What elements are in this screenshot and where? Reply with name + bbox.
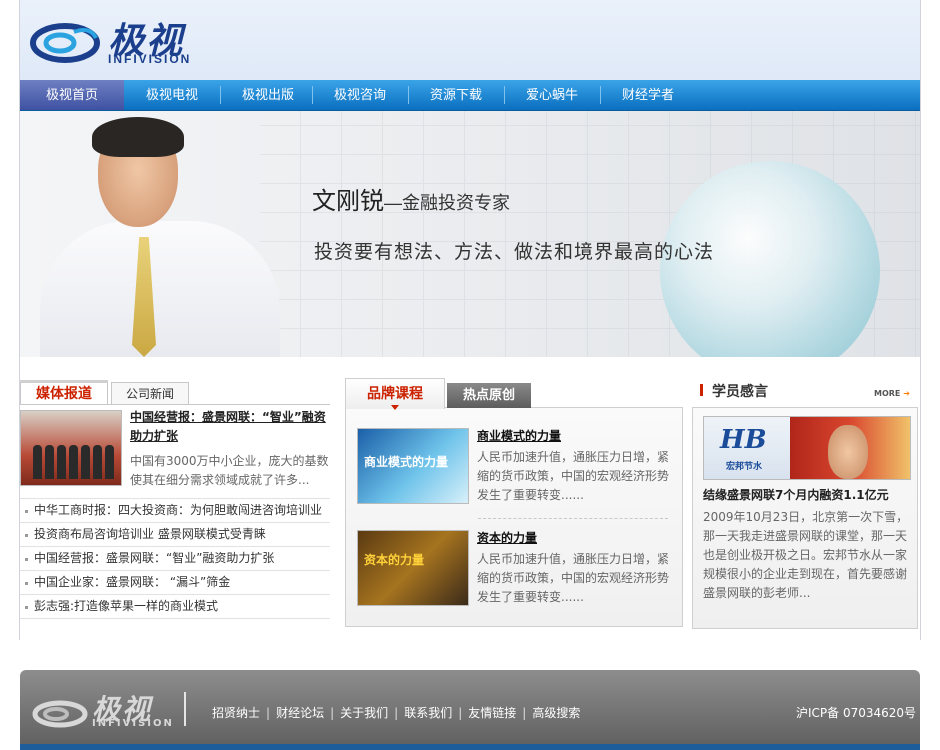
photo-figure	[45, 445, 54, 479]
footer-link-separator: |	[330, 706, 335, 720]
tab-media-reports[interactable]: 媒体报道	[20, 380, 108, 405]
hongbang-logo-caption: 宏邦节水	[726, 462, 763, 472]
footer-link-separator: |	[522, 706, 527, 720]
speaker-face	[828, 425, 868, 479]
testimonial-title[interactable]: 结缘盛景网联7个月内融资1.1亿元	[703, 486, 889, 503]
more-link-label: MORE	[874, 389, 901, 398]
nav-item-publishing[interactable]: 极视出版	[220, 80, 316, 110]
footer-link-about[interactable]: 关于我们	[340, 706, 388, 720]
footer-link-friends[interactable]: 友情链接	[468, 706, 516, 720]
featured-news-summary: 中国有3000万中小企业，庞大的基数使其在细分需求领域成就了许多...	[130, 454, 329, 487]
arrow-right-icon: ➔	[903, 389, 910, 398]
news-list: 中华工商时报：四大投资商：为何胆敢闯进咨询培训业 投资商布局咨询培训业 盛景网联…	[20, 498, 330, 619]
footer-divider	[184, 692, 186, 726]
testimonial-text: 2009年10月23日，北京第一次下雪，那一天我走进盛景网联的课堂，那一天也是创…	[703, 510, 909, 600]
nav-item-downloads[interactable]: 资源下载	[408, 80, 504, 110]
news-list-item[interactable]: 投资商布局咨询培训业 盛景网联模式受青睐	[20, 523, 330, 547]
tab-active-arrow-icon	[391, 405, 399, 410]
course-summary: 人民币加速升值，通胀压力日增，紧缩的货币政策，中国的宏观经济形势发生了重要转变.…	[477, 450, 670, 502]
tab-underline	[20, 404, 330, 405]
footer-link-forum[interactable]: 财经论坛	[276, 706, 324, 720]
tab-brand-courses[interactable]: 品牌课程	[345, 378, 445, 410]
nav-item-tv[interactable]: 极视电视	[124, 80, 220, 110]
footer-link-separator: |	[266, 706, 271, 720]
footer-link-careers[interactable]: 招贤纳士	[212, 706, 260, 720]
footer-links: 招贤纳士 | 财经论坛 | 关于我们 | 联系我们 | 友情链接 | 高级搜索	[212, 704, 580, 721]
main-nav: 极视首页 极视电视 极视出版 极视咨询 资源下载 爱心蜗牛 财经学者	[20, 80, 920, 111]
tab-company-news[interactable]: 公司新闻	[111, 382, 189, 405]
footer-link-separator: |	[458, 706, 463, 720]
news-list-item[interactable]: 中国经营报：盛景网联：“智业”融资助力扩张	[20, 547, 330, 571]
featured-news-title[interactable]: 中国经营报：盛景网联：“智业”融资助力扩张	[130, 408, 330, 446]
banner-name: 文刚锐—金融投资专家	[312, 181, 510, 216]
footer-link-search[interactable]: 高级搜索	[532, 706, 580, 720]
course-image-capital[interactable]: 资本的力量	[357, 530, 469, 606]
site-header: 极视 INFIVISION	[20, 0, 920, 80]
icp-license: 沪ICP备 07034620号	[796, 706, 917, 720]
more-link[interactable]: MORE ➔	[874, 389, 910, 398]
course-summary: 人民币加速升值，通胀压力日增，紧缩的货币政策，中国的宏观经济形势发生了重要转变.…	[477, 552, 670, 604]
news-list-item[interactable]: 彭志强:打造像苹果一样的商业模式	[20, 595, 330, 619]
testimonials-heading-text: 学员感言	[712, 384, 768, 400]
photo-figure	[81, 445, 90, 479]
tab-hot-originals[interactable]: 热点原创	[447, 383, 531, 408]
photo-figure	[93, 445, 102, 479]
course-title[interactable]: 商业模式的力量	[477, 427, 561, 444]
banner-person-name: 文刚锐	[312, 188, 384, 215]
hongbang-logo-letters: HB	[720, 425, 767, 455]
heading-bar-icon	[700, 384, 703, 396]
testimonial-image[interactable]: HB 宏邦节水	[703, 416, 911, 480]
hongbang-logo: HB 宏邦节水	[704, 417, 790, 479]
course-image-business-model[interactable]: 商业模式的力量	[357, 428, 469, 504]
course-image-label: 商业模式的力量	[364, 455, 449, 469]
footer-link-separator: |	[394, 706, 399, 720]
infivision-logo-icon[interactable]	[30, 18, 100, 64]
banner-slogan: 投资要有想法、方法、做法和境界最高的心法	[314, 242, 715, 263]
photo-figure	[105, 445, 114, 479]
photo-figure	[57, 445, 66, 479]
footer-bottom-bar	[20, 744, 920, 750]
footer-logo-subtitle: INFIVISION	[92, 718, 174, 729]
presenter-hair	[92, 117, 184, 157]
nav-item-charity[interactable]: 爱心蜗牛	[504, 80, 600, 110]
nav-item-home[interactable]: 极视首页	[20, 80, 124, 110]
course-divider	[478, 518, 668, 519]
banner-person-title: —金融投资专家	[384, 193, 510, 213]
logo-subtitle: INFIVISION	[108, 52, 192, 66]
photo-figure	[33, 445, 42, 479]
photo-figure	[69, 445, 78, 479]
course-image-label: 资本的力量	[364, 553, 425, 567]
nav-item-consulting[interactable]: 极视咨询	[312, 80, 408, 110]
page-frame-right	[920, 0, 921, 640]
news-list-item[interactable]: 中华工商时报：四大投资商：为何胆敢闯进咨询培训业	[20, 498, 330, 523]
featured-news-image[interactable]	[20, 410, 122, 486]
footer-link-contact[interactable]: 联系我们	[404, 706, 452, 720]
footer-logo-icon	[32, 700, 88, 728]
news-list-item[interactable]: 中国企业家：盛景网联： “漏斗”筛金	[20, 571, 330, 595]
site-footer: 极视 INFIVISION 招贤纳士 | 财经论坛 | 关于我们 | 联系我们 | 友情链接 | 高…	[20, 670, 920, 750]
tab-brand-courses-label: 品牌课程	[367, 386, 423, 402]
presenter-photo	[40, 221, 280, 357]
course-title[interactable]: 资本的力量	[477, 529, 537, 546]
hero-banner[interactable]: 文刚锐—金融投资专家 投资要有想法、方法、做法和境界最高的心法	[20, 111, 920, 357]
nav-item-scholars[interactable]: 财经学者	[600, 80, 696, 110]
